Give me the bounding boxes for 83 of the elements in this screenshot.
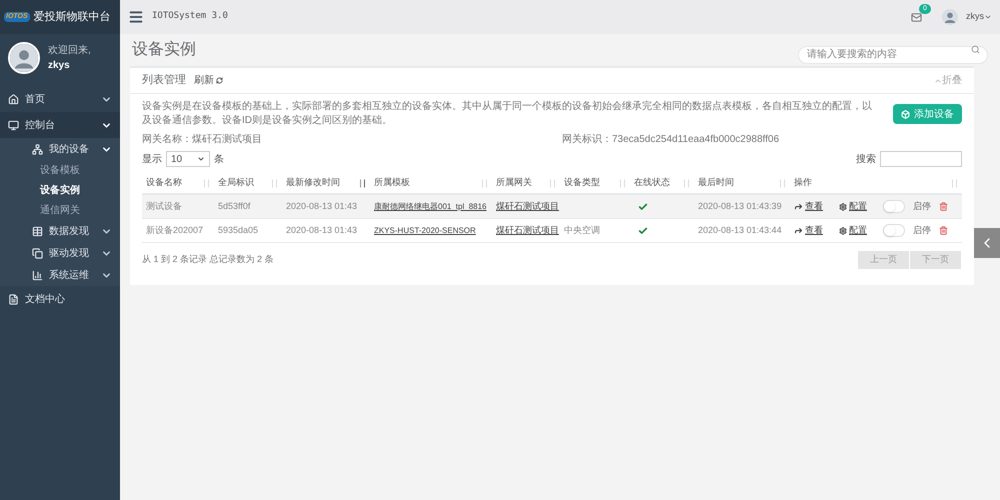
description: 设备实例是在设备模板的基础上，实际部署的多套相互独立的设备实体。其中从属于同一个模板的设备初始会继承完全相同的数据点表模板，各自相互独立的配置，以及设备通信参数。设备ID则是设备实例之间区别的基础。	[142, 100, 873, 128]
toggle-switch[interactable]	[883, 200, 905, 213]
gear-icon	[839, 202, 847, 210]
page-size-unit: 条	[214, 152, 224, 166]
config-link[interactable]: 配置	[839, 200, 867, 214]
share-icon	[794, 226, 803, 235]
page-size-label: 显示	[142, 152, 162, 166]
menu-icon[interactable]	[128, 9, 144, 25]
nav-item[interactable]: 通信网关	[0, 200, 120, 220]
nav-item[interactable]: 设备实例	[0, 180, 120, 200]
table-cell: 2020-08-13 01:43	[286, 200, 358, 211]
table-cell: 新设备202007	[146, 224, 204, 235]
toggle-label: 启停	[913, 224, 931, 237]
table-cell: 中央空调	[564, 224, 600, 235]
user-name: zkys	[48, 59, 71, 73]
gateway-id: 网关标识：73eca5dc254d11eaa4fb000c2988ff06	[562, 132, 780, 147]
nav-item[interactable]: 首页	[0, 86, 120, 112]
table-cell: 2020-08-13 01:43:44	[698, 224, 782, 235]
toggle-switch[interactable]	[883, 224, 905, 237]
brand-title: 爱投斯物联中台	[34, 10, 111, 25]
nav-item[interactable]: 设备模板	[0, 160, 120, 180]
gateway-link[interactable]: 煤矸石测试项目	[496, 224, 559, 235]
table-search-field[interactable]	[880, 151, 962, 167]
trash-icon[interactable]	[939, 226, 948, 235]
nav-icon	[8, 94, 19, 104]
column-header: 最后时间	[698, 176, 734, 190]
nav-icon	[32, 226, 43, 236]
table-cell: 5d53ff0f	[218, 200, 250, 211]
refresh-icon	[216, 77, 223, 84]
nav-icon	[32, 248, 43, 258]
nav-icon	[32, 144, 43, 154]
user-avatar	[942, 9, 958, 25]
column-header: 所属网关	[496, 176, 532, 190]
table-cell: 2020-08-13 01:43:39	[698, 200, 782, 211]
record-summary: 从 1 到 2 条记录 总记录数为 2 条	[142, 253, 274, 266]
column-header: 在线状态	[634, 176, 670, 190]
trash-icon[interactable]	[939, 202, 948, 211]
page-title: 设备实例	[132, 40, 196, 60]
search-field[interactable]: 请输入要搜索的内容	[798, 46, 988, 64]
welcome-text: 欢迎回来,	[48, 44, 91, 58]
table-cell: 5935da05	[218, 224, 258, 235]
view-link[interactable]: 查看	[794, 200, 823, 214]
page-size-select[interactable]: 10	[166, 151, 210, 167]
table-cell: 测试设备	[146, 200, 182, 211]
nav-item[interactable]: 我的设备	[0, 138, 120, 160]
column-header: 操作	[794, 176, 812, 190]
search-label: 搜索	[856, 152, 876, 166]
toggle-label: 启停	[913, 200, 931, 213]
sort-icon[interactable]	[359, 178, 366, 188]
column-header: 所属模板	[374, 176, 410, 190]
gateway-link[interactable]: 煤矸石测试项目	[496, 200, 559, 211]
search-icon[interactable]	[971, 45, 980, 54]
view-link[interactable]: 查看	[794, 224, 823, 238]
avatar	[10, 44, 38, 72]
nav-icon	[8, 120, 19, 130]
nav-item[interactable]: 数据发现	[0, 220, 120, 242]
nav-item[interactable]: 系统运维	[0, 264, 120, 286]
mail-icon[interactable]	[911, 12, 922, 22]
gear-icon	[839, 226, 847, 234]
user-menu[interactable]: zkys	[966, 10, 992, 24]
app-title: IOTOSystem 3.0	[152, 10, 228, 24]
refresh-link[interactable]: 刷新	[194, 73, 223, 88]
side-panel-toggle[interactable]	[974, 228, 1000, 258]
column-header: 设备类型	[564, 176, 600, 190]
template-link[interactable]: 康耐德网络继电器001_tpl_8816	[374, 202, 486, 211]
template-link[interactable]: ZKYS-HUST-2020-SENSOR	[374, 226, 476, 235]
card-title: 列表管理	[142, 73, 186, 88]
caret-icon	[197, 155, 205, 163]
share-icon	[794, 202, 803, 211]
column-header: 全局标识	[218, 176, 254, 190]
nav-item[interactable]: 文档中心	[0, 286, 120, 312]
nav-item[interactable]: 控制台	[0, 112, 120, 138]
column-header: 设备名称	[146, 176, 182, 190]
cube-icon	[901, 110, 910, 118]
caret-icon	[984, 13, 992, 21]
column-header: 最新修改时间	[286, 176, 340, 190]
nav-item[interactable]: 驱动发现	[0, 242, 120, 264]
nav-icon	[32, 270, 43, 280]
nav-icon	[8, 294, 19, 304]
config-link[interactable]: 配置	[839, 224, 867, 238]
table-cell: 2020-08-13 01:43	[286, 224, 358, 235]
gateway-name: 网关名称：煤矸石测试项目	[142, 132, 263, 147]
table-row[interactable]: 测试设备 5d53ff0f 2020-08-13 01:43 康耐德网络继电器001_tpl_8816 煤矸石测试项目 2020-08-13 01:43:39 查看 配置 启停	[142, 195, 962, 219]
